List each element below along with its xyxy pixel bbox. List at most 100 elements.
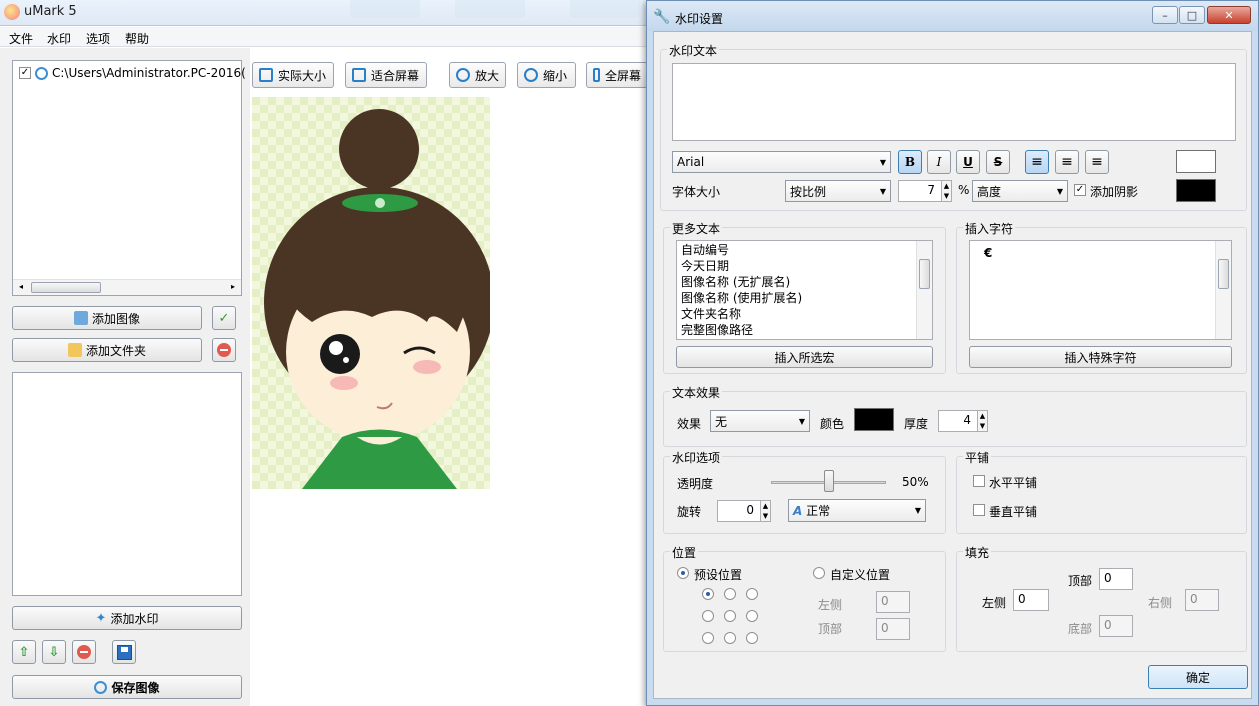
- tile-horizontal-checkbox[interactable]: [973, 475, 985, 487]
- align-center-button[interactable]: ≡: [1055, 150, 1079, 174]
- tile-vertical-checkbox[interactable]: [973, 504, 985, 516]
- underline-button[interactable]: U: [956, 150, 980, 174]
- actual-size-button[interactable]: 实际大小: [252, 62, 334, 88]
- position-top-center-radio[interactable]: [724, 588, 736, 600]
- padding-top-input[interactable]: 0: [1099, 568, 1133, 590]
- shadow-color-swatch[interactable]: [1176, 179, 1216, 202]
- thickness-stepper[interactable]: 4 ▲ ▼: [938, 410, 988, 432]
- list-item[interactable]: 文件夹名称: [677, 306, 932, 322]
- list-item[interactable]: 图像名称 (无扩展名): [677, 274, 932, 290]
- zoom-in-button[interactable]: 放大: [449, 62, 506, 88]
- scroll-thumb[interactable]: [1218, 259, 1229, 289]
- align-right-button[interactable]: ≡: [1085, 150, 1109, 174]
- app-logo-icon: [4, 4, 20, 20]
- opacity-slider-thumb[interactable]: [823, 470, 834, 492]
- list-item[interactable]: 自动编号: [677, 242, 932, 258]
- check-icon[interactable]: ✓: [212, 306, 236, 330]
- menu-file[interactable]: 文件: [9, 30, 33, 47]
- fit-screen-button[interactable]: 适合屏幕: [345, 62, 427, 88]
- list-item[interactable]: ✓ C:\Users\Administrator.PC-2016(: [19, 66, 246, 80]
- spin-arrows-icon[interactable]: ▲ ▼: [977, 411, 987, 431]
- strikethrough-button[interactable]: S: [986, 150, 1010, 174]
- vertical-scrollbar[interactable]: [1215, 241, 1231, 339]
- position-bottom-center-radio[interactable]: [724, 632, 736, 644]
- macro-list[interactable]: 自动编号 今天日期 图像名称 (无扩展名) 图像名称 (使用扩展名) 文件夹名称…: [676, 240, 933, 340]
- ok-button[interactable]: 确定: [1148, 665, 1248, 689]
- padding-bottom-input[interactable]: 0: [1099, 615, 1133, 637]
- position-middle-right-radio[interactable]: [746, 610, 758, 622]
- font-size-stepper[interactable]: 7 ▲ ▼: [898, 180, 952, 202]
- thickness-value: 4: [963, 413, 971, 427]
- position-bottom-right-radio[interactable]: [746, 632, 758, 644]
- move-up-icon[interactable]: ⇧: [12, 640, 36, 664]
- effect-select[interactable]: 无 ▼: [710, 410, 810, 432]
- fullscreen-button[interactable]: 全屏幕: [586, 62, 648, 88]
- actual-size-icon: [259, 68, 273, 82]
- custom-position-radio[interactable]: [813, 567, 825, 579]
- dialog-titlebar: 🔧 水印设置 – □ ✕: [647, 1, 1258, 31]
- horizontal-scrollbar[interactable]: ◂ ▸: [13, 279, 241, 295]
- bold-button[interactable]: B: [898, 150, 922, 174]
- move-down-icon[interactable]: ⇩: [42, 640, 66, 664]
- add-folder-button[interactable]: 添加文件夹: [12, 338, 202, 362]
- text-color-swatch[interactable]: [1176, 150, 1216, 173]
- scroll-thumb[interactable]: [919, 259, 930, 289]
- rotate-stepper[interactable]: 0 ▲ ▼: [717, 500, 771, 522]
- position-bottom-left-radio[interactable]: [702, 632, 714, 644]
- list-item[interactable]: 今天日期: [677, 258, 932, 274]
- padding-right-input[interactable]: 0: [1185, 589, 1219, 611]
- image-file-icon: [35, 66, 48, 80]
- remove-folder-button[interactable]: [212, 338, 236, 362]
- list-item[interactable]: €: [970, 245, 1231, 261]
- custom-left-input[interactable]: 0: [876, 591, 910, 613]
- watermark-text-input[interactable]: [672, 63, 1236, 141]
- zoom-out-button[interactable]: 缩小: [517, 62, 576, 88]
- effect-color-swatch[interactable]: [854, 408, 894, 431]
- font-select[interactable]: Arial ▼: [672, 151, 891, 173]
- menu-help[interactable]: 帮助: [125, 30, 149, 47]
- add-watermark-button[interactable]: ✦ 添加水印: [12, 606, 242, 630]
- scroll-thumb[interactable]: [31, 282, 101, 293]
- watermark-list[interactable]: [12, 372, 242, 596]
- list-item[interactable]: 图像名称 (使用扩展名): [677, 290, 932, 306]
- menu-options[interactable]: 选项: [86, 30, 110, 47]
- list-item[interactable]: 完整图像路径: [677, 322, 932, 338]
- scroll-left-icon[interactable]: ◂: [19, 282, 23, 291]
- dimension-select[interactable]: 高度 ▼: [972, 180, 1068, 202]
- image-file-list[interactable]: ✓ C:\Users\Administrator.PC-2016( ◂ ▸: [12, 60, 246, 296]
- zoom-in-label: 放大: [474, 68, 499, 83]
- image-preview[interactable]: [252, 97, 490, 489]
- zoom-out-label: 缩小: [543, 68, 568, 83]
- insert-macro-button[interactable]: 插入所选宏: [676, 346, 933, 368]
- vertical-scrollbar[interactable]: [916, 241, 932, 339]
- add-shadow-checkbox[interactable]: ✓: [1074, 184, 1086, 196]
- fit-screen-label: 适合屏幕: [371, 68, 420, 83]
- add-image-button[interactable]: 添加图像: [12, 306, 202, 330]
- italic-button[interactable]: I: [927, 150, 951, 174]
- custom-top-input[interactable]: 0: [876, 618, 910, 640]
- maximize-button[interactable]: □: [1179, 6, 1205, 24]
- tile-vertical-label: 垂直平铺: [989, 505, 1038, 519]
- preset-position-radio[interactable]: [677, 567, 689, 579]
- rotate-mode-select[interactable]: A 正常 ▼: [788, 499, 926, 522]
- scroll-right-icon[interactable]: ▸: [231, 282, 235, 291]
- remove-watermark-button[interactable]: [72, 640, 96, 664]
- spin-arrows-icon[interactable]: ▲ ▼: [941, 181, 951, 201]
- minimize-button[interactable]: –: [1152, 6, 1178, 24]
- menu-watermark[interactable]: 水印: [47, 30, 71, 47]
- save-image-button[interactable]: 保存图像: [12, 675, 242, 699]
- position-top-left-radio[interactable]: [702, 588, 714, 600]
- padding-left-input[interactable]: 0: [1013, 589, 1049, 611]
- special-char-list[interactable]: €: [969, 240, 1232, 340]
- position-middle-left-radio[interactable]: [702, 610, 714, 622]
- close-button[interactable]: ✕: [1207, 6, 1251, 24]
- group-title: 填充: [963, 544, 992, 561]
- position-center-radio[interactable]: [724, 610, 736, 622]
- position-top-right-radio[interactable]: [746, 588, 758, 600]
- spin-arrows-icon[interactable]: ▲ ▼: [760, 501, 770, 521]
- insert-special-char-button[interactable]: 插入特殊字符: [969, 346, 1232, 368]
- size-mode-select[interactable]: 按比例 ▼: [785, 180, 891, 202]
- file-checkbox[interactable]: ✓: [19, 67, 31, 79]
- align-left-button[interactable]: ≡: [1025, 150, 1049, 174]
- save-watermark-button[interactable]: [112, 640, 136, 664]
